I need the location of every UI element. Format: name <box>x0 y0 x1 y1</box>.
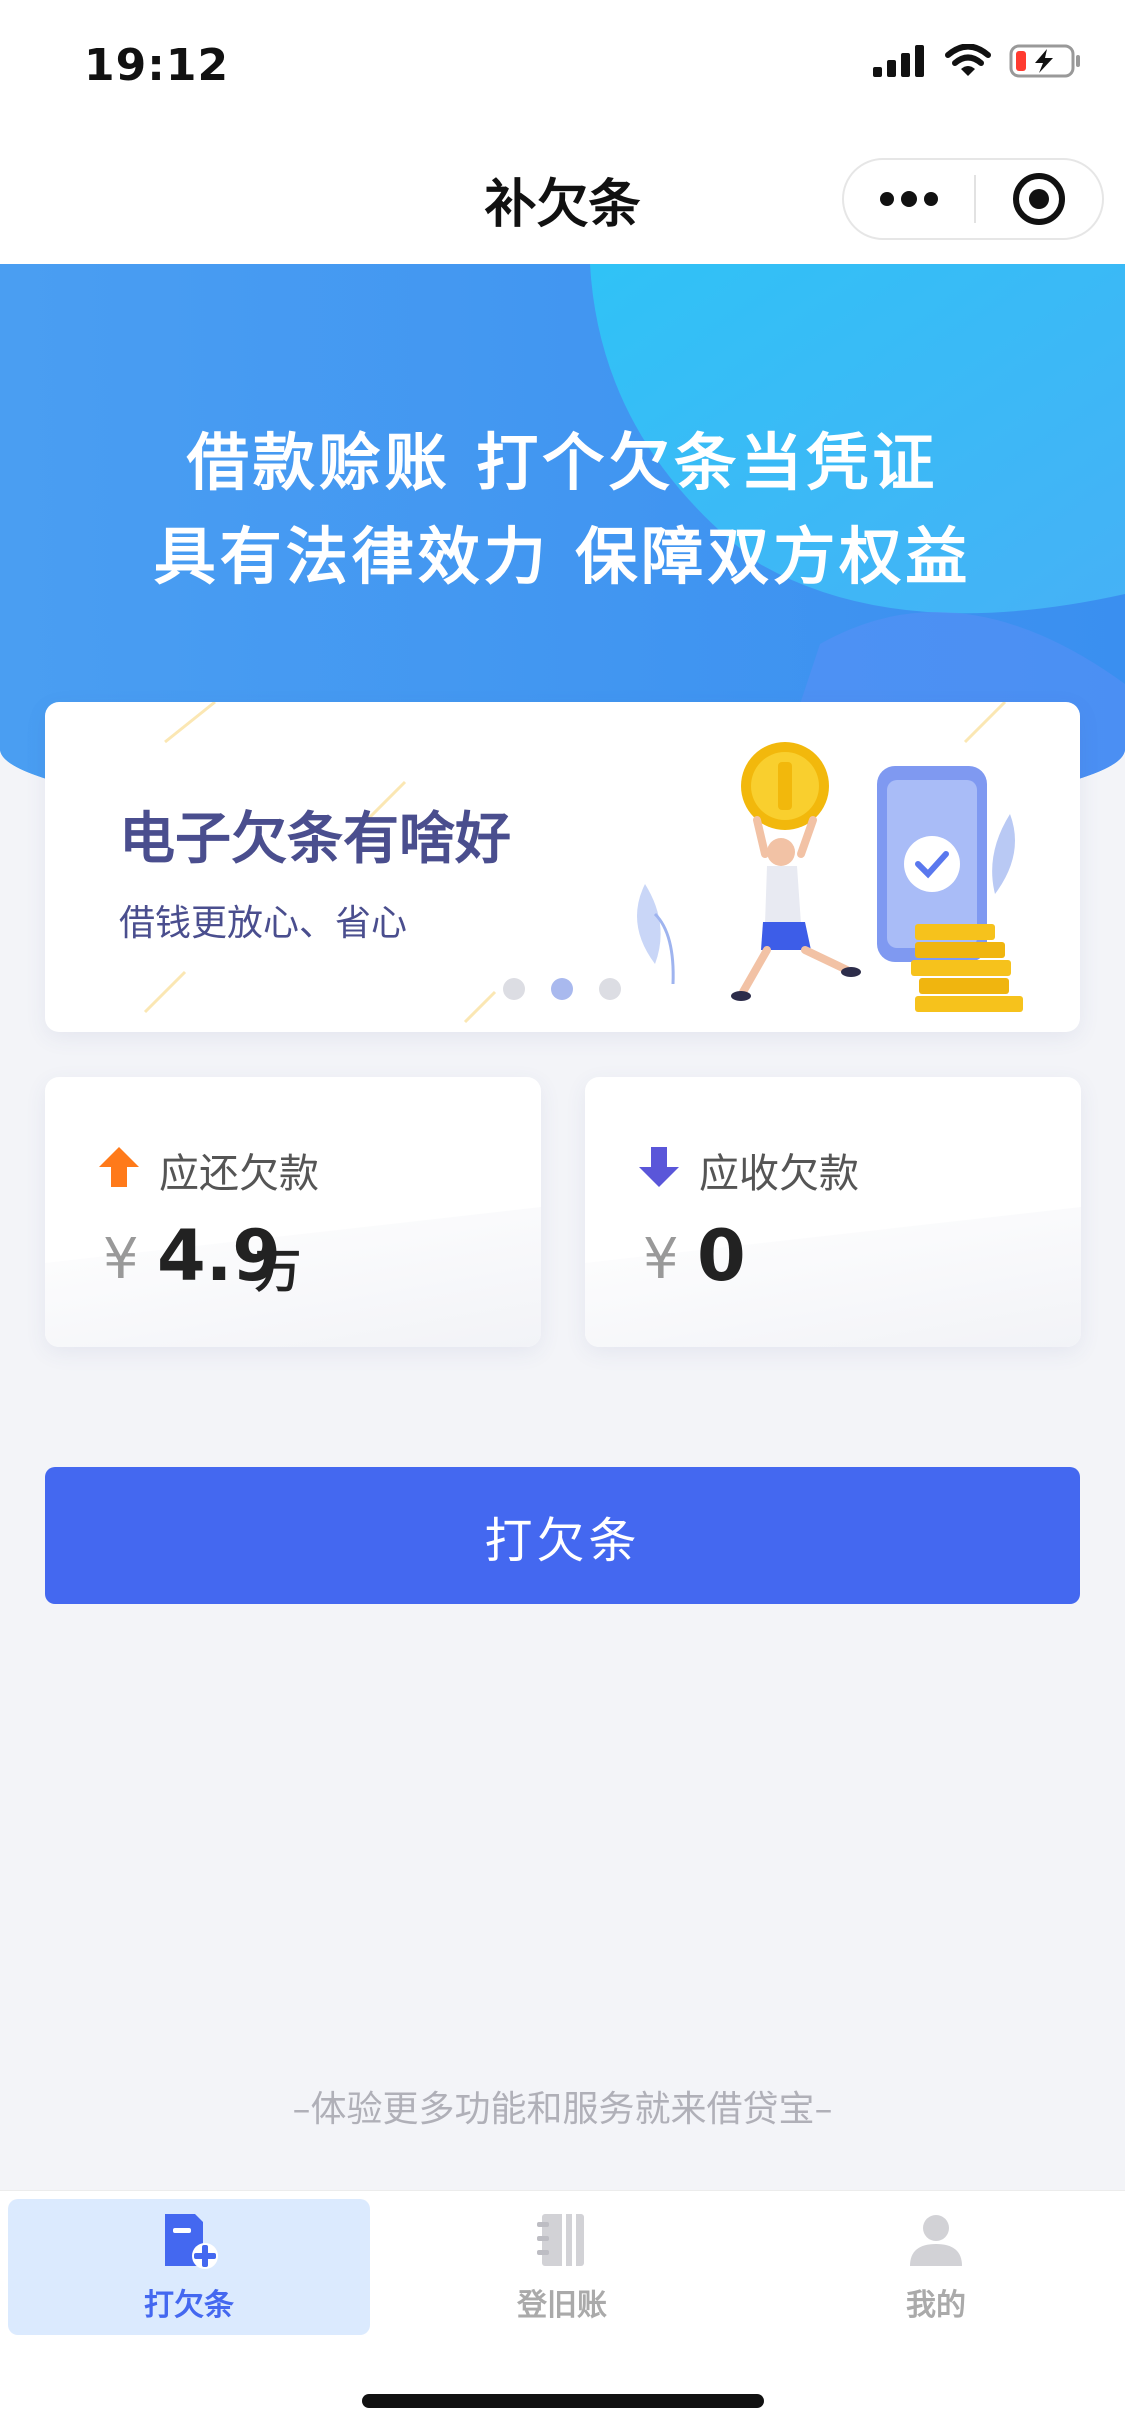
status-bar: 19:12 <box>0 0 1125 132</box>
miniprogram-capsule <box>842 158 1104 240</box>
target-close-icon <box>1013 173 1065 225</box>
promo-title: 电子欠条有啥好 <box>119 807 511 872</box>
home-indicator <box>362 2394 764 2408</box>
receivable-label: 应收欠款 <box>699 1151 859 1197</box>
payable-label: 应还欠款 <box>159 1151 319 1197</box>
receivable-currency: ¥ <box>643 1227 679 1292</box>
more-dots-icon <box>880 191 938 207</box>
tab-create-iou[interactable]: 打欠条 <box>8 2199 370 2335</box>
notebook-icon <box>537 2214 584 2266</box>
banner-line-2: 具有法律效力 保障双方权益 <box>153 520 972 593</box>
person-holding-coin-illustration <box>637 742 1023 1012</box>
tab-label: 登旧账 <box>517 2288 607 2323</box>
payable-unit: 万 <box>255 1244 301 1298</box>
user-icon <box>910 2215 962 2266</box>
carousel-dot[interactable] <box>503 978 525 1000</box>
arrow-up-icon <box>99 1147 139 1187</box>
promo-carousel-card[interactable]: 电子欠条有啥好 借钱更放心、省心 <box>45 702 1080 1032</box>
wifi-icon <box>945 44 991 76</box>
close-button[interactable] <box>976 160 1102 238</box>
promo-subtitle: 借钱更放心、省心 <box>119 903 408 944</box>
status-icons <box>873 44 1081 78</box>
status-time: 19:12 <box>84 40 230 91</box>
cellular-signal-icon <box>873 45 924 77</box>
create-iou-button[interactable]: 打欠条 <box>45 1467 1080 1604</box>
tab-profile[interactable]: 我的 <box>755 2199 1117 2335</box>
more-button[interactable] <box>844 160 974 238</box>
footer-note: –体验更多功能和服务就来借贷宝– <box>292 2089 833 2130</box>
tab-old-accounts[interactable]: 登旧账 <box>381 2199 743 2335</box>
banner-line-1: 借款赊账 打个欠条当凭证 <box>186 426 939 499</box>
arrow-down-icon <box>639 1147 679 1187</box>
battery-low-charging-icon <box>1009 44 1080 78</box>
document-add-icon <box>165 2214 218 2269</box>
carousel-dot-active[interactable] <box>551 978 573 1000</box>
payable-card[interactable]: 应还欠款 ¥ 4.9 万 <box>45 1077 541 1347</box>
receivable-amount: 0 <box>697 1215 746 1297</box>
tab-label: 打欠条 <box>144 2288 234 2323</box>
tab-label: 我的 <box>906 2288 966 2323</box>
payable-currency: ¥ <box>103 1227 139 1292</box>
receivable-card[interactable]: 应收欠款 ¥ 0 <box>585 1077 1081 1347</box>
carousel-dots <box>503 978 621 1000</box>
